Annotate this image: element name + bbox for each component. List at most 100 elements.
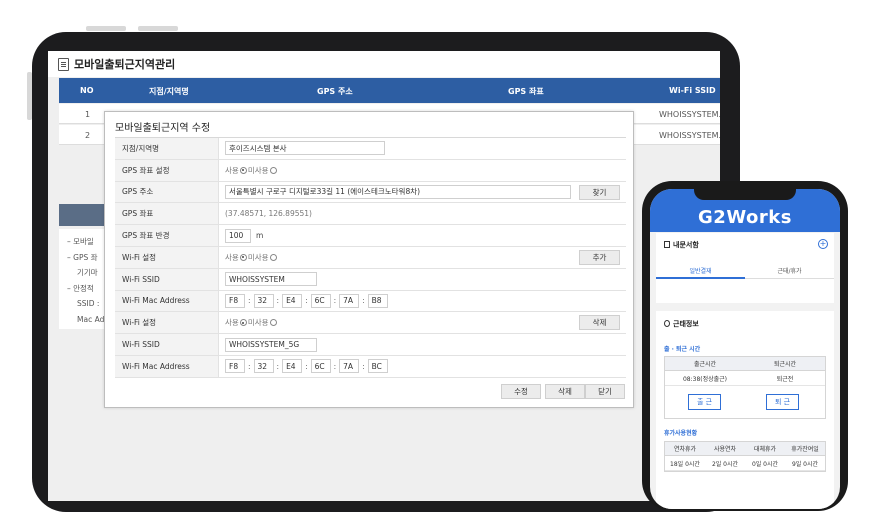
vacation-value: 18일 0시간 [670,460,700,468]
unused-label: 미사용 [247,252,269,262]
row-no: 1 [85,110,91,119]
vacation-header: 연차휴가 [673,446,697,453]
form-row: Wi-Fi 설정 사용 미사용 삭제 [115,312,626,335]
card-title: 근태정보 [673,320,699,328]
mac-octet-input[interactable]: E4 [282,293,303,308]
add-wifi-button[interactable]: 추가 [579,249,620,265]
tab-attendance[interactable]: 근태/휴가 [745,266,834,275]
field-label: Wi-Fi SSID [115,268,219,290]
checkout-button[interactable]: 퇴 근 [766,394,799,410]
vacation-value: 9일 0시간 [791,460,819,468]
branch-name-input[interactable]: 후이즈시스템 본사 [225,141,385,156]
app-logo: G2Works [698,207,792,228]
gps-use-radio[interactable] [239,166,247,174]
mac-octet-input[interactable]: BC [367,359,388,374]
phone-notch [694,189,796,200]
note-line: – 안정적 [67,283,94,293]
edit-form: 지점/지역명 후이즈시스템 본사 GPS 좌표 설정 사용 미사용 GPS 주소… [115,137,626,378]
mac-octet-input[interactable]: 32 [253,359,274,374]
card-title: 내문서함 [673,241,699,249]
use-label: 사용 [225,165,239,175]
mac-octet-input[interactable]: F8 [225,359,245,374]
page-header: 모바일출퇴근지역관리 [48,51,720,77]
column-header: Wi-Fi SSID [669,86,716,95]
mac-octet-input[interactable]: 7A [339,293,360,308]
folder-icon [664,241,670,248]
vacation-header: 사용연차 [713,446,737,453]
modal-title: 모바일출퇴근지역 수정 [115,123,211,134]
field-label: Wi-Fi 설정 [115,312,219,334]
gps-coord-value: (37.48571, 126.89551) [225,209,312,219]
column-header: GPS 주소 [317,87,353,96]
form-row: Wi-Fi Mac Address F8: 32: E4: 6C: 7A: B8 [115,290,626,313]
add-icon[interactable]: + [818,239,828,249]
form-row: Wi-Fi 설정 사용 미사용 추가 [115,246,626,269]
column-header: GPS 좌표 [508,87,544,96]
form-row: Wi-Fi SSID WHOISSYSTEM [115,268,626,291]
tab-general[interactable]: 일반결재 [656,266,745,275]
tablet-top-button [86,26,126,31]
wifi-use-radio[interactable] [239,253,247,261]
gps-radius-input[interactable]: 100 [225,228,251,243]
wifi-unused-radio[interactable] [269,253,277,261]
wifi-unused-radio[interactable] [269,319,277,327]
note-line: Mac Ad [77,314,105,324]
form-row: GPS 좌표 설정 사용 미사용 [115,159,626,182]
attendance-card: 근태정보 출 · 퇴근 시간 출근시간 퇴근시간 08:38(정상출근) 퇴근전… [656,311,834,509]
form-row: Wi-Fi SSID WHOISSYSTEM_5G [115,334,626,356]
gps-unused-radio[interactable] [269,166,277,174]
wifi-ssid-input[interactable]: WHOISSYSTEM_5G [225,337,317,352]
doc-tabs: 일반결재 근태/휴가 [656,261,834,279]
row-ssid: WHOISSYSTEM... [659,110,720,119]
vacation-value: 0일 0시간 [751,460,779,468]
info-notes: – 모바일 – GPS 좌 기기마 – 안정적 SSID : Mac Ad [59,229,109,329]
edit-modal: 모바일출퇴근지역 수정 지점/지역명 후이즈시스템 본사 GPS 좌표 설정 사… [104,111,634,408]
active-tab-indicator [656,277,745,279]
mac-octet-input[interactable]: 7A [339,359,360,374]
delete-wifi-button[interactable]: 삭제 [579,315,620,331]
checkout-time: 퇴근전 [776,375,794,383]
form-row: GPS 좌표 반경 100 m [115,225,626,247]
column-header: 지점/지역명 [149,87,189,96]
checkin-button[interactable]: 출 근 [688,394,721,410]
mac-octet-input[interactable]: 32 [253,293,274,308]
use-label: 사용 [225,252,239,262]
form-row: 지점/지역명 후이즈시스템 본사 [115,138,626,160]
delete-button[interactable]: 삭제 [545,384,585,399]
field-label: GPS 좌표 설정 [115,159,219,181]
info-section-header [59,204,109,226]
gps-address-input[interactable]: 서울특별시 구로구 디지털로33길 11 (에이스테크노타워8차) [225,184,571,199]
field-label: GPS 좌표 [115,203,219,225]
save-button[interactable]: 수정 [501,384,541,399]
note-line: 기기마 [77,268,98,277]
field-label: GPS 좌표 반경 [115,225,219,246]
wifi-use-radio[interactable] [239,319,247,327]
field-label: Wi-Fi Mac Address [115,355,219,377]
clock-icon [664,320,670,327]
close-button[interactable]: 닫기 [585,384,625,399]
radius-unit: m [256,231,264,241]
field-label: Wi-Fi 설정 [115,246,219,268]
mac-octet-input[interactable]: E4 [282,359,303,374]
unused-label: 미사용 [247,165,269,175]
documents-card: 내문서함 + 일반결재 근태/휴가 [656,233,834,303]
note-line: – GPS 좌 [67,252,98,262]
mac-octet-input[interactable]: 6C [310,293,331,308]
tablet-top-button [138,26,178,31]
wifi-ssid-input[interactable]: WHOISSYSTEM [225,272,317,287]
field-label: Wi-Fi Mac Address [115,290,219,312]
vacation-table: 연차휴가 사용연차 대체휴가 휴가잔여일 18일 0시간 2일 0시간 0일 0… [664,441,826,472]
vacation-label: 휴가사용현황 [664,430,698,437]
vacation-header: 휴가잔여일 [791,446,819,453]
commute-header: 출근시간 [693,361,717,368]
mac-octet-input[interactable]: B8 [367,293,388,308]
note-line: SSID : [77,299,100,308]
mac-octet-input[interactable]: F8 [225,293,245,308]
form-row: Wi-Fi Mac Address F8: 32: E4: 6C: 7A: BC [115,355,626,378]
search-address-button[interactable]: 찾기 [579,184,620,200]
checkin-time: 08:38(정상출근) [682,375,728,383]
page-title: 모바일출퇴근지역관리 [74,58,176,71]
mac-octet-input[interactable]: 6C [310,359,331,374]
vacation-header: 대체휴가 [753,446,777,453]
note-line: – 모바일 [67,237,94,246]
